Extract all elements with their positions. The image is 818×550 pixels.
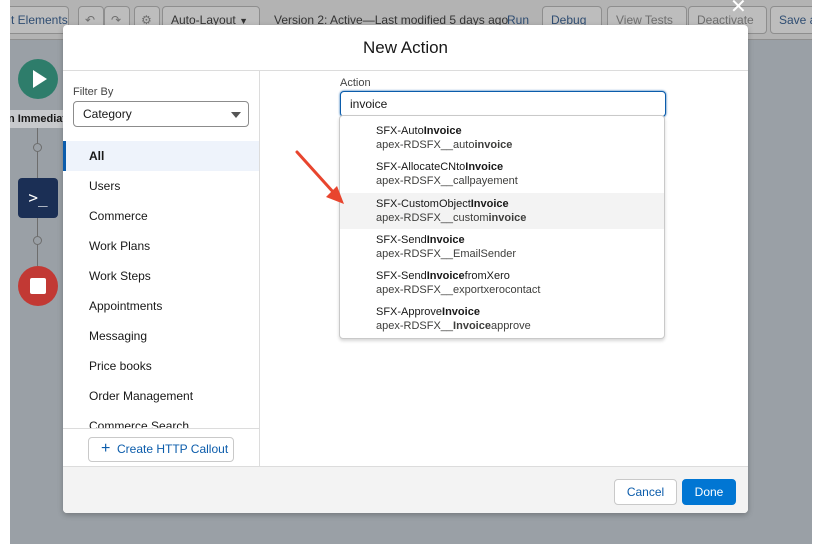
category-item-messaging[interactable]: Messaging <box>63 321 259 351</box>
action-result-item[interactable]: SFX-AutoInvoice apex-RDSFX__autoinvoice <box>340 120 664 156</box>
result-api-name: apex-RDSFX__exportxerocontact <box>376 284 541 297</box>
create-http-callout-label: Create HTTP Callout <box>117 442 229 456</box>
result-title: SFX-SendInvoicefromXero <box>376 270 510 283</box>
plus-icon: + <box>101 440 111 457</box>
end-node[interactable] <box>18 266 58 306</box>
result-title: SFX-AutoInvoice <box>376 125 462 137</box>
modal-footer: Cancel Done <box>63 466 748 513</box>
category-item-commerce-search[interactable]: Commerce Search <box>63 411 259 428</box>
save-button[interactable]: Save a <box>770 6 812 34</box>
category-item-work-plans[interactable]: Work Plans <box>63 231 259 261</box>
connector-dot[interactable] <box>33 236 42 245</box>
cancel-button[interactable]: Cancel <box>614 479 677 505</box>
close-icon[interactable]: ✕ <box>730 0 747 19</box>
category-item-commerce[interactable]: Commerce <box>63 201 259 231</box>
result-title: SFX-SendInvoice <box>376 233 465 246</box>
action-result-item[interactable]: SFX-SendInvoicefromXero apex-RDSFX__expo… <box>340 265 664 301</box>
filter-by-label: Filter By <box>73 86 114 98</box>
trigger-label: n Immediat <box>10 110 68 128</box>
result-title: SFX-ApproveInvoice <box>376 306 480 319</box>
category-item-all[interactable]: All <box>63 141 259 171</box>
result-api-name: apex-RDSFX__EmailSender <box>376 247 517 260</box>
chevron-down-icon <box>231 112 241 118</box>
result-title: SFX-CustomObjectInvoice <box>376 197 509 210</box>
result-title: SFX-AllocateCNtoInvoice <box>376 161 504 174</box>
connector-dot[interactable] <box>33 143 42 152</box>
toolbox-elements-tab[interactable]: t Elements <box>10 6 69 34</box>
connector-line <box>37 128 38 178</box>
action-result-item-highlighted[interactable]: SFX-CustomObjectInvoice apex-RDSFX__cust… <box>340 192 664 229</box>
terminal-icon: >_ <box>28 188 48 207</box>
stop-icon <box>30 278 46 294</box>
category-item-work-steps[interactable]: Work Steps <box>63 261 259 291</box>
apex-action-node[interactable]: >_ <box>18 178 58 218</box>
category-item-users[interactable]: Users <box>63 171 259 201</box>
category-item-appointments[interactable]: Appointments <box>63 291 259 321</box>
action-results-dropdown: SFX-AutoInvoice apex-RDSFX__autoinvoice … <box>339 115 665 339</box>
result-api-name: apex-RDSFX__custominvoice <box>376 211 527 224</box>
action-result-item[interactable]: SFX-SendInvoice apex-RDSFX__EmailSender <box>340 229 664 265</box>
action-result-item[interactable]: SFX-ApproveInvoice apex-RDSFX__Invoiceap… <box>340 301 664 337</box>
category-pane: Filter By Category All Users Commerce Wo… <box>63 71 260 466</box>
category-item-price-books[interactable]: Price books <box>63 351 259 381</box>
done-button[interactable]: Done <box>682 479 736 505</box>
filter-by-value: Category <box>83 107 132 121</box>
filter-by-select[interactable]: Category <box>73 101 249 127</box>
play-icon <box>33 70 47 88</box>
modal-title: New Action <box>63 25 748 71</box>
start-node[interactable] <box>18 59 58 99</box>
category-list: All Users Commerce Work Plans Work Steps… <box>63 141 259 428</box>
create-http-callout-button[interactable]: + Create HTTP Callout <box>88 437 234 462</box>
result-api-name: apex-RDSFX__autoinvoice <box>376 139 513 151</box>
result-api-name: apex-RDSFX__Invoiceapprove <box>376 320 531 333</box>
category-pane-footer: + Create HTTP Callout <box>63 428 259 466</box>
action-search-input[interactable] <box>340 91 666 117</box>
action-field-label: Action <box>340 77 371 89</box>
action-result-item[interactable]: SFX-AllocateCNtoInvoice apex-RDSFX__call… <box>340 156 664 192</box>
result-api-name: apex-RDSFX__callpayement <box>376 175 518 188</box>
category-item-order-management[interactable]: Order Management <box>63 381 259 411</box>
